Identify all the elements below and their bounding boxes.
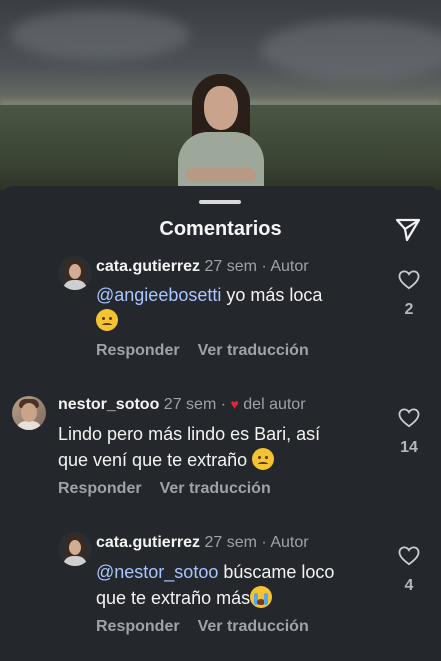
share-button[interactable] xyxy=(394,217,422,243)
reply-button[interactable]: Responder xyxy=(96,342,180,359)
comment-actions: Responder Ver traducción xyxy=(96,342,309,360)
sad-face-emoji xyxy=(252,448,275,470)
comment-time: 27 sem xyxy=(204,258,257,275)
comment-body: búscame loco xyxy=(218,562,335,582)
comment-time: 27 sem xyxy=(204,534,257,551)
sheet-title: Comentarios xyxy=(159,218,282,240)
comment-actions: Responder Ver traducción xyxy=(58,480,271,498)
comment-time: 27 sem xyxy=(163,396,217,413)
reply-button[interactable]: Responder xyxy=(58,480,142,497)
like-control: 2 xyxy=(392,270,426,319)
mention-link[interactable]: @nestor_sotoo xyxy=(96,562,218,582)
person-figure xyxy=(176,72,266,190)
comment-item: cata.gutierrez 27 sem · Autor @angieebos… xyxy=(0,256,441,366)
comment-text: Lindo pero más lindo es Bari, así que ve… xyxy=(58,421,320,473)
like-control: 4 xyxy=(392,546,426,595)
like-count: 4 xyxy=(404,577,414,594)
cloud xyxy=(10,10,190,60)
comments-sheet: Comentarios cata.gutierrez 27 sem · Auto… xyxy=(0,186,441,661)
comment-username[interactable]: cata.gutierrez xyxy=(96,258,200,275)
comment-text: @angieebosetti yo más loca xyxy=(96,282,322,334)
mention-link[interactable]: @angieebosetti xyxy=(96,285,221,305)
comment-meta: cata.gutierrez 27 sem · Autor xyxy=(96,534,309,552)
comment-meta: nestor_sotoo 27 sem · ♥ del autor xyxy=(58,396,306,414)
avatar[interactable] xyxy=(58,532,92,566)
meta-separator: · xyxy=(220,396,227,413)
send-icon xyxy=(395,218,421,242)
crying-face-emoji xyxy=(250,586,273,608)
like-count: 14 xyxy=(400,439,418,456)
like-count: 2 xyxy=(404,301,414,318)
cloud xyxy=(260,20,441,80)
comment-item: nestor_sotoo 27 sem · ♥ del autor Lindo … xyxy=(0,394,441,504)
sad-face-emoji xyxy=(96,309,118,331)
heart-icon[interactable] xyxy=(398,408,420,428)
comment-line: que vení que te extraño xyxy=(58,450,248,470)
reply-button[interactable]: Responder xyxy=(96,618,180,635)
meta-separator: · xyxy=(261,258,267,275)
like-control: 14 xyxy=(392,408,426,457)
translate-button[interactable]: Ver traducción xyxy=(160,480,271,497)
comment-line: que te extraño más xyxy=(96,588,251,608)
heart-icon[interactable] xyxy=(398,270,420,290)
comment-line: Lindo pero más lindo es Bari, así xyxy=(58,424,321,444)
comment-actions: Responder Ver traducción xyxy=(96,618,309,636)
author-tag: Autor xyxy=(270,258,309,275)
comment-username[interactable]: nestor_sotoo xyxy=(58,396,159,413)
heart-icon[interactable] xyxy=(398,546,420,566)
post-photo xyxy=(0,0,441,190)
liked-by-author-tag: del autor xyxy=(243,396,306,413)
comment-meta: cata.gutierrez 27 sem · Autor xyxy=(96,258,309,276)
avatar[interactable] xyxy=(12,396,46,430)
drag-handle[interactable] xyxy=(199,200,241,204)
meta-separator: · xyxy=(261,534,267,551)
comment-username[interactable]: cata.gutierrez xyxy=(96,534,200,551)
avatar[interactable] xyxy=(58,256,92,290)
translate-button[interactable]: Ver traducción xyxy=(198,618,309,635)
comment-item: cata.gutierrez 27 sem · Autor @nestor_so… xyxy=(0,532,441,642)
translate-button[interactable]: Ver traducción xyxy=(198,342,309,359)
author-tag: Autor xyxy=(270,534,309,551)
red-heart-icon: ♥ xyxy=(230,396,239,412)
comment-body: yo más loca xyxy=(221,285,323,305)
comment-text: @nestor_sotoo búscame loco que te extrañ… xyxy=(96,559,334,611)
